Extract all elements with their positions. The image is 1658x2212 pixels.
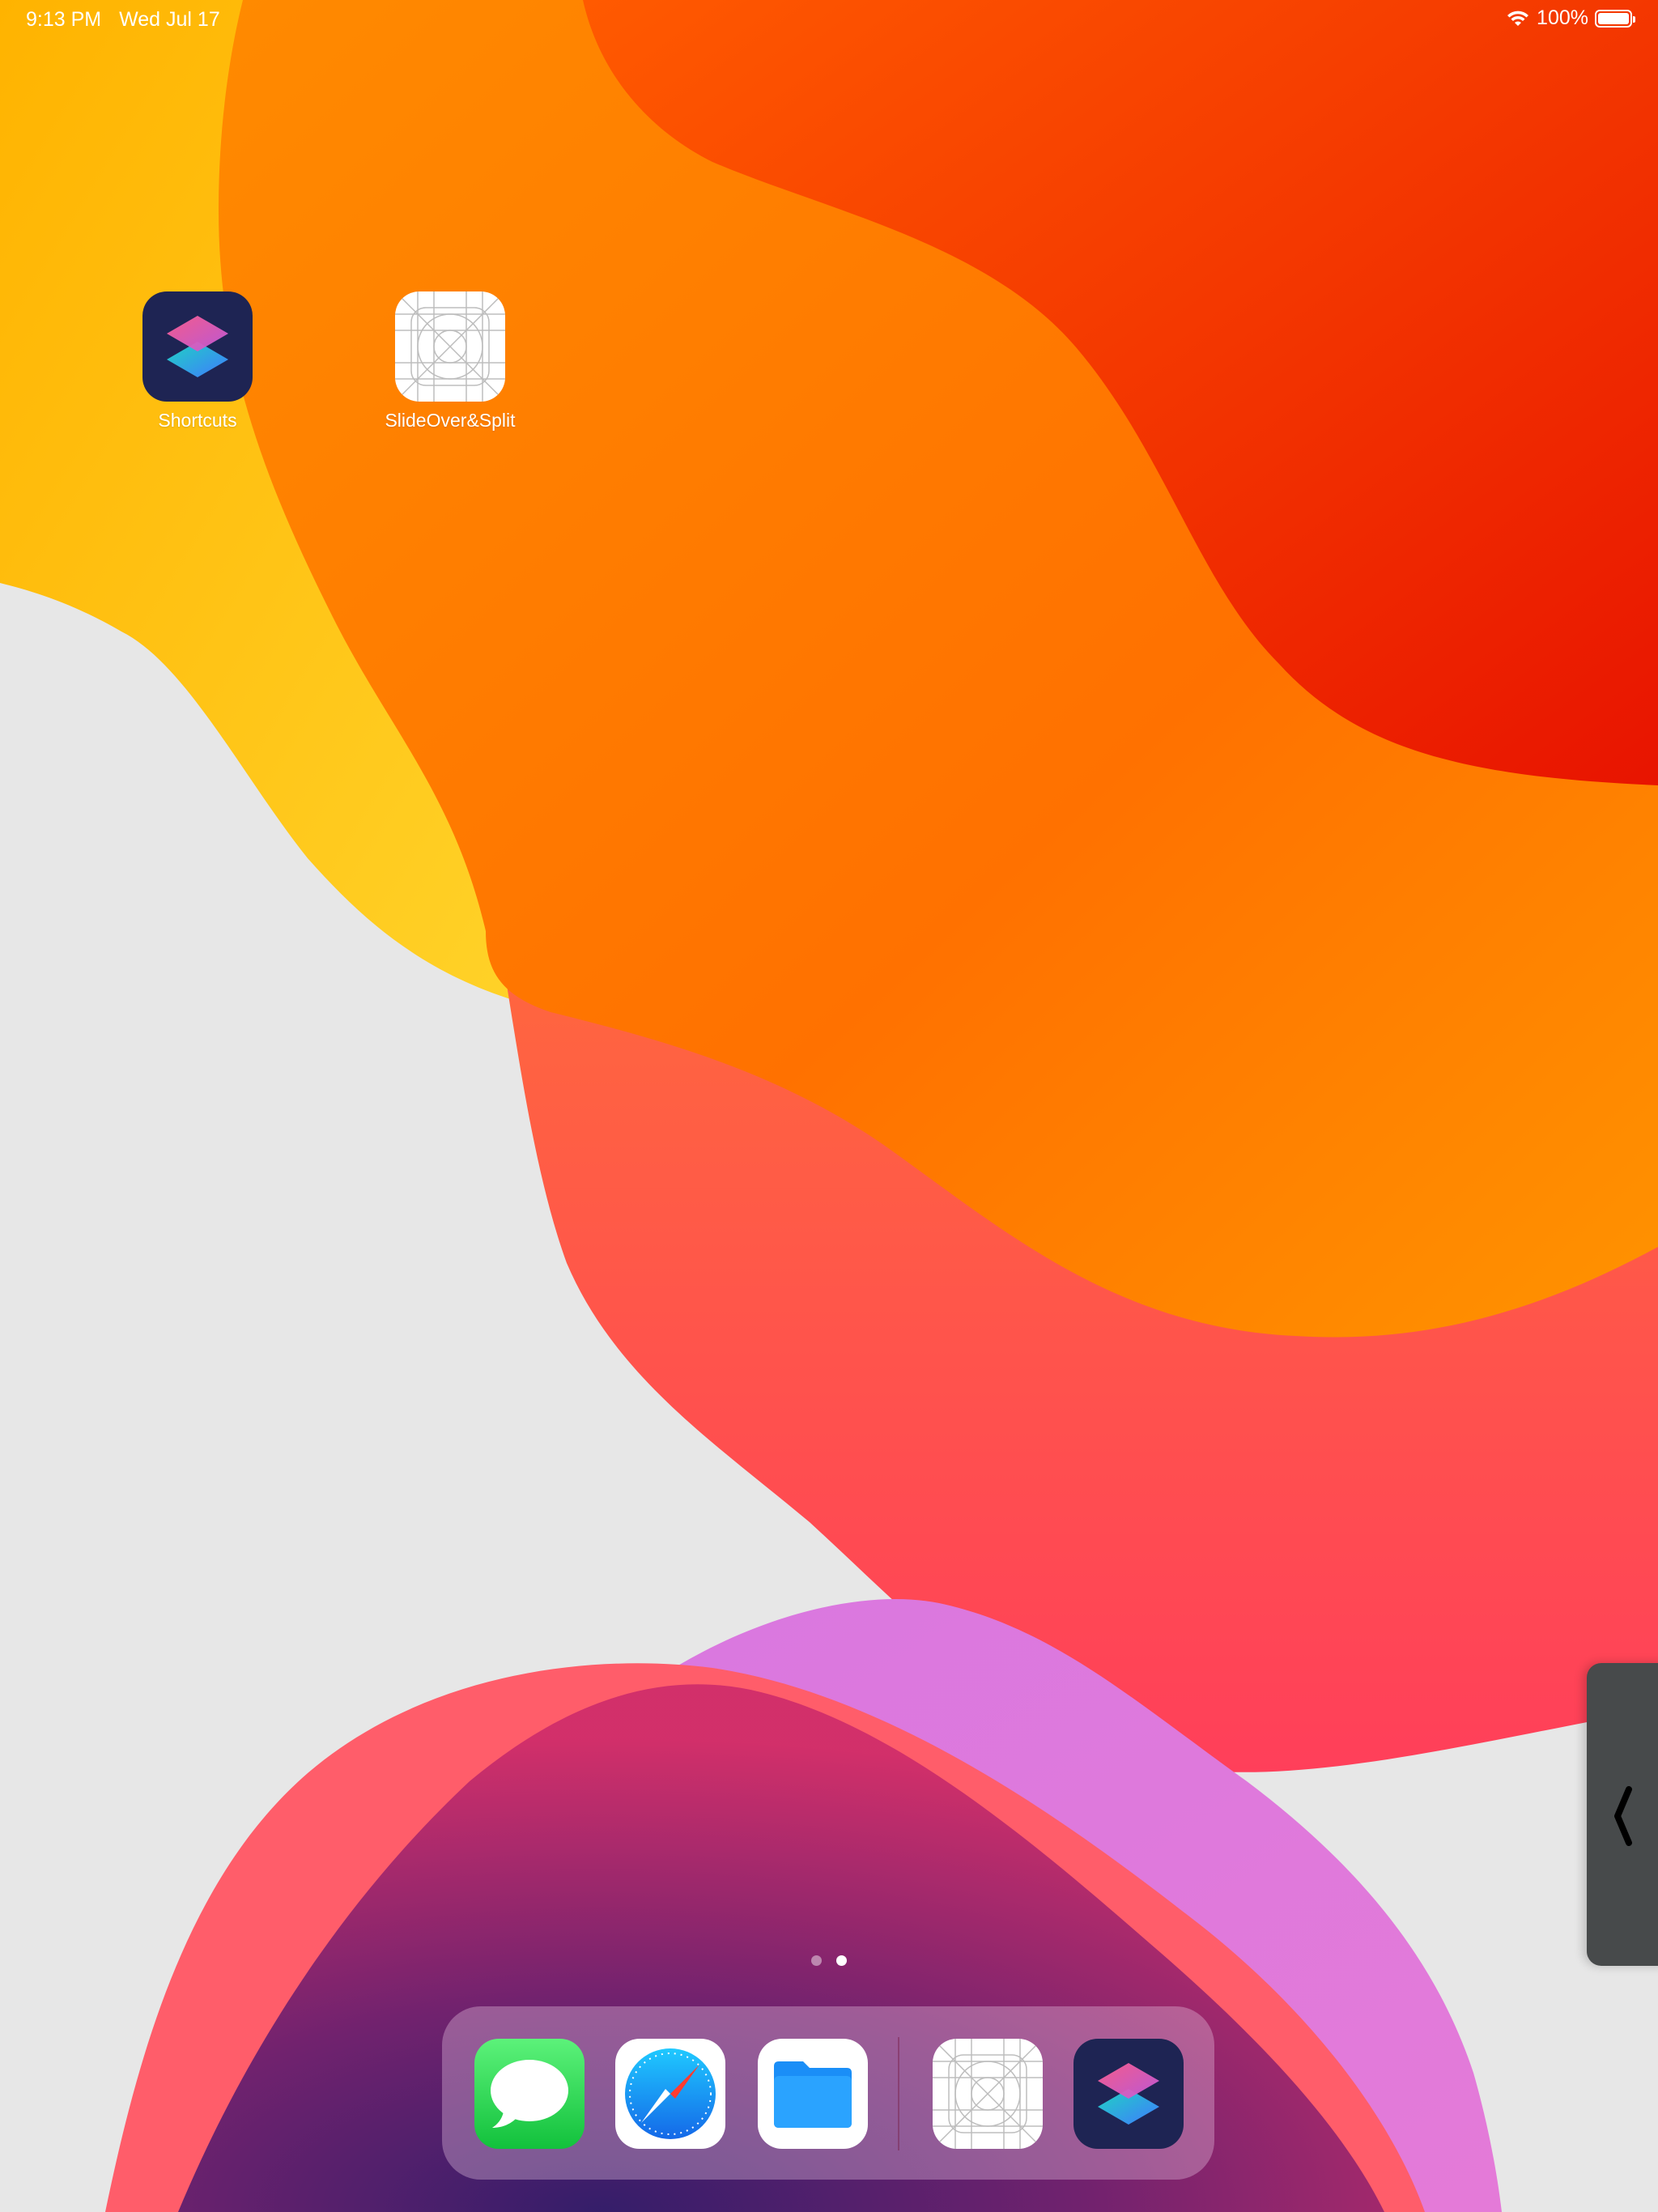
shortcuts-icon <box>1098 2063 1159 2125</box>
status-time: 9:13 PM <box>26 8 102 31</box>
battery-percent: 100% <box>1537 6 1588 29</box>
dock-app-messages[interactable] <box>474 2039 585 2149</box>
chevron-left-icon <box>1614 1786 1632 1846</box>
app-shortcuts[interactable]: Shortcuts <box>117 291 278 432</box>
messages-icon <box>491 2060 568 2128</box>
safari-icon <box>625 2048 716 2139</box>
page-dot-current[interactable] <box>836 1955 847 1966</box>
dock-divider <box>898 2037 899 2150</box>
dock-app-shortcuts[interactable] <box>1073 2039 1184 2149</box>
page-dot[interactable] <box>811 1955 822 1966</box>
app-placeholder-icon <box>395 291 505 402</box>
dock-app-slideover-split[interactable] <box>933 2039 1043 2149</box>
app-label: Shortcuts <box>158 410 237 431</box>
page-indicator[interactable] <box>0 1955 1658 1966</box>
app-placeholder-icon <box>933 2039 1043 2149</box>
wifi-icon <box>1507 11 1529 26</box>
status-bar: 9:13 PM Wed Jul 17 100% <box>0 0 1658 39</box>
app-slideover-split[interactable]: SlideOver&Split <box>369 291 531 432</box>
dock <box>442 2006 1214 2180</box>
shortcuts-icon <box>142 291 253 402</box>
status-date: Wed Jul 17 <box>119 8 220 31</box>
dock-app-safari[interactable] <box>615 2039 725 2149</box>
slideover-handle[interactable] <box>1587 1663 1658 1966</box>
app-label: SlideOver&Split <box>385 410 516 431</box>
files-icon <box>774 2061 852 2128</box>
dock-app-files[interactable] <box>758 2039 868 2149</box>
battery-icon <box>1595 9 1635 28</box>
